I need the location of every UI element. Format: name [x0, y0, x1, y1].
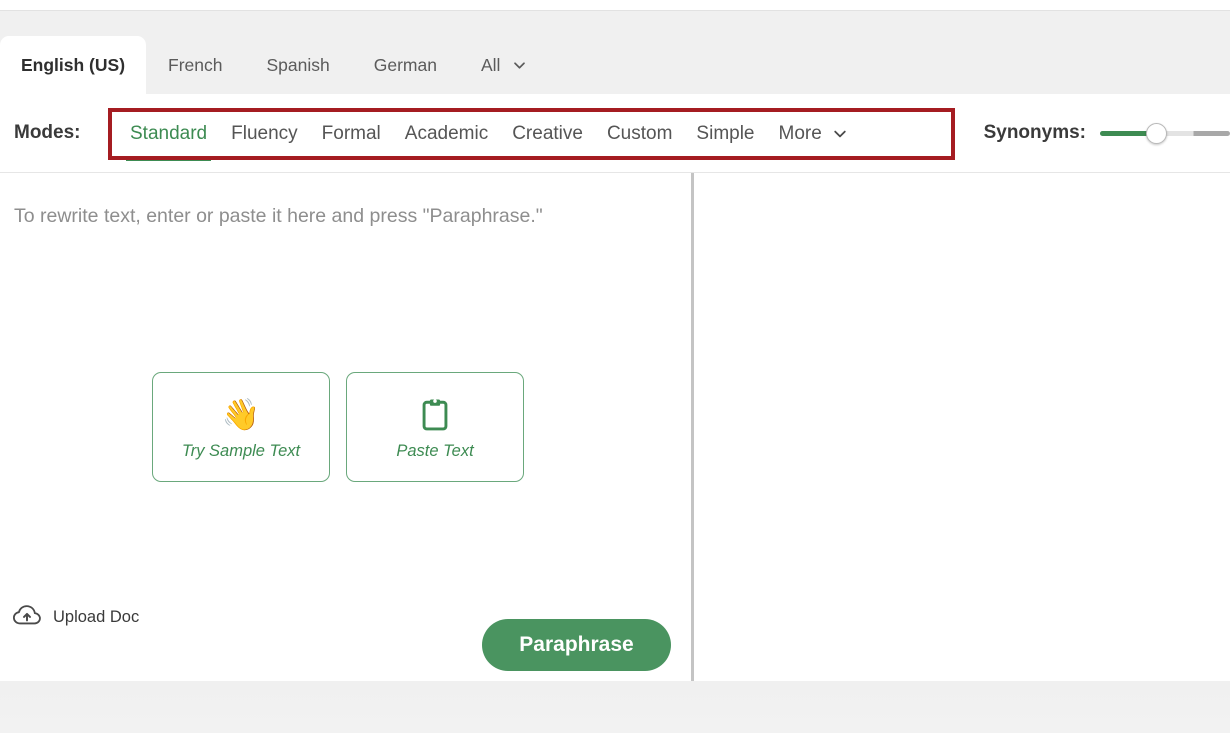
paste-text-label: Paste Text — [396, 442, 473, 461]
upload-doc-button[interactable]: Upload Doc — [12, 603, 139, 632]
modes-list: Standard Fluency Formal Academic Creativ… — [118, 94, 860, 173]
language-tabs: English (US) French Spanish German All — [0, 18, 549, 94]
language-tab-bar: English (US) French Spanish German All — [0, 10, 1230, 94]
input-pane[interactable]: To rewrite text, enter or paste it here … — [0, 173, 691, 681]
modes-bar: Modes: Standard Fluency Formal Academic … — [0, 94, 1230, 173]
try-sample-text-label: Try Sample Text — [182, 442, 300, 461]
language-tab-german[interactable]: German — [352, 36, 459, 94]
mode-label: Formal — [322, 123, 381, 145]
mode-creative[interactable]: Creative — [500, 94, 595, 173]
language-tab-spanish[interactable]: Spanish — [245, 36, 352, 94]
mode-label: Fluency — [231, 123, 298, 145]
mode-more[interactable]: More — [767, 94, 860, 173]
language-tab-label: French — [168, 55, 222, 76]
mode-fluency[interactable]: Fluency — [219, 94, 310, 173]
language-tab-english-us[interactable]: English (US) — [0, 36, 146, 94]
output-pane — [694, 173, 1230, 681]
language-tab-label: German — [374, 55, 437, 76]
mode-label: Simple — [696, 123, 754, 145]
modes-label: Modes: — [14, 122, 81, 144]
editor-card: To rewrite text, enter or paste it here … — [0, 173, 1230, 681]
clipboard-icon — [420, 394, 450, 436]
slider-thumb[interactable] — [1146, 123, 1167, 144]
upload-doc-label: Upload Doc — [53, 608, 139, 627]
synonyms-label: Synonyms: — [984, 122, 1086, 144]
mode-academic[interactable]: Academic — [393, 94, 500, 173]
mode-standard[interactable]: Standard — [118, 94, 219, 173]
synonyms-control: Synonyms: — [984, 122, 1230, 144]
window-top-strip — [0, 0, 1230, 10]
chevron-down-icon — [512, 58, 527, 73]
mode-custom[interactable]: Custom — [595, 94, 684, 173]
mode-label: Creative — [512, 123, 583, 145]
language-tab-french[interactable]: French — [146, 36, 244, 94]
app-window: English (US) French Spanish German All — [0, 0, 1230, 733]
mode-simple[interactable]: Simple — [684, 94, 766, 173]
paraphrase-button[interactable]: Paraphrase — [482, 619, 671, 671]
mode-label: Academic — [405, 123, 488, 145]
language-tab-all[interactable]: All — [459, 36, 549, 94]
chevron-down-icon — [832, 126, 848, 142]
input-action-cards: 👋 Try Sample Text Paste Text — [152, 372, 524, 482]
paste-text-button[interactable]: Paste Text — [346, 372, 524, 482]
mode-label: Custom — [607, 123, 672, 145]
input-placeholder: To rewrite text, enter or paste it here … — [14, 205, 543, 228]
try-sample-text-button[interactable]: 👋 Try Sample Text — [152, 372, 330, 482]
language-tab-label: All — [481, 55, 500, 76]
mode-label: Standard — [130, 123, 207, 145]
language-tab-label: English (US) — [21, 55, 125, 76]
waving-hand-icon: 👋 — [222, 394, 261, 436]
language-tab-label: Spanish — [267, 55, 330, 76]
mode-formal[interactable]: Formal — [310, 94, 393, 173]
cloud-upload-icon — [12, 603, 42, 632]
mode-label: More — [779, 123, 822, 145]
synonyms-slider[interactable] — [1100, 122, 1230, 144]
